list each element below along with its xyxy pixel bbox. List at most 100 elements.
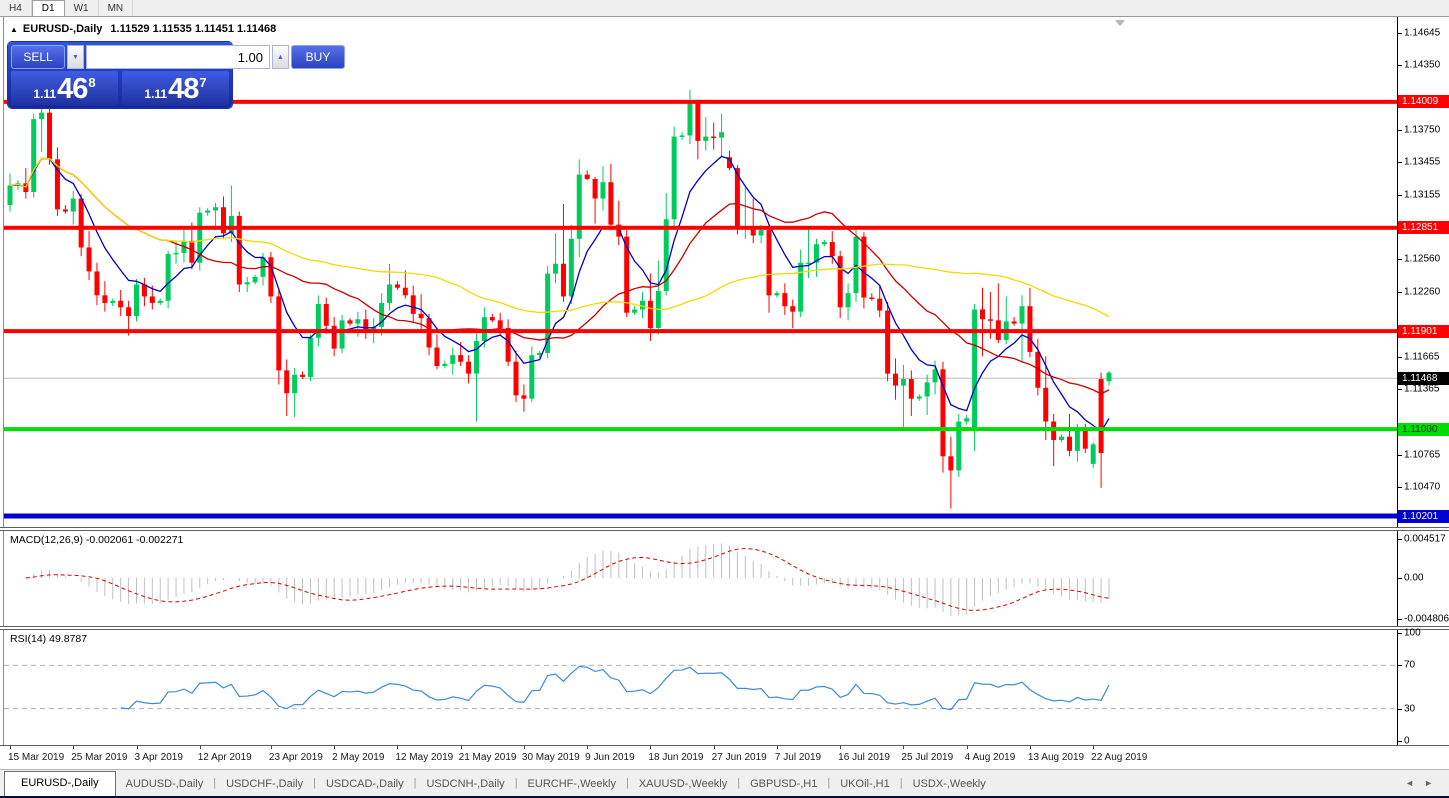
time-axis-tick xyxy=(1093,746,1094,749)
time-axis-label: 7 Jul 2019 xyxy=(775,752,821,763)
time-axis-label: 30 May 2019 xyxy=(522,752,580,763)
chart-title: ▲ EURUSD-,Daily 1.11529 1.11535 1.11451 1.… xyxy=(10,23,276,35)
price-axis-tick xyxy=(1398,195,1402,196)
tab-scroll-arrows: ◄► xyxy=(1405,778,1443,788)
time-axis-label: 23 Apr 2019 xyxy=(269,752,323,763)
time-axis-tick xyxy=(903,746,904,749)
macd-pane[interactable] xyxy=(4,531,1397,626)
price-axis-label: 1.14645 xyxy=(1404,27,1440,38)
chart-frame: ▲ EURUSD-,Daily 1.11529 1.11535 1.11451 1.… xyxy=(0,17,1449,798)
volume-increase-button[interactable]: ▲ xyxy=(272,45,289,69)
tab-scroll-right-icon[interactable]: ► xyxy=(1424,778,1443,788)
price-axis-tick xyxy=(1398,578,1402,579)
price-axis-label: 1.11665 xyxy=(1404,351,1439,362)
timeframe-button-d1[interactable]: D1 xyxy=(32,0,65,16)
mt4-chart-window: H4D1W1MN ▲ EURUSD-,Daily 1.11529 1.11535 1… xyxy=(0,0,1449,798)
tab-scroll-left-icon[interactable]: ◄ xyxy=(1405,778,1424,788)
ask-price-pip: 7 xyxy=(199,75,206,90)
price-axis-tick xyxy=(1398,162,1402,163)
level-price-badge: 1.14009 xyxy=(1398,95,1449,108)
price-axis-tick xyxy=(1398,259,1402,260)
rsi-pane[interactable] xyxy=(4,630,1397,745)
time-axis-label: 12 May 2019 xyxy=(395,752,453,763)
time-axis-label: 4 Aug 2019 xyxy=(965,752,1016,763)
time-axis-label: 22 Aug 2019 xyxy=(1091,752,1147,763)
bid-price-prefix: 1.11 xyxy=(33,87,56,101)
tab-xauusd-weekly[interactable]: XAUUSD-,Weekly xyxy=(629,774,737,796)
time-axis-tick xyxy=(524,746,525,749)
volume-input[interactable] xyxy=(86,45,270,69)
macd-indicator-label: MACD(12,26,9) -0.002061 -0.002271 xyxy=(10,534,183,546)
current-price-badge: 1.11468 xyxy=(1398,372,1449,385)
price-axis-tick xyxy=(1398,130,1402,131)
tab-eurchf-weekly[interactable]: EURCHF-,Weekly xyxy=(518,774,626,796)
price-axis-tick xyxy=(1398,709,1402,710)
price-axis-tick xyxy=(1398,619,1402,620)
level-price-badge: 1.11901 xyxy=(1398,325,1449,338)
collapse-one-click-icon[interactable]: ▲ xyxy=(10,25,18,34)
chart-ohlc-values: 1.11529 1.11535 1.11451 1.11468 xyxy=(110,23,276,35)
tab-usdchf-daily[interactable]: USDCHF-,Daily xyxy=(216,774,313,796)
pane-divider-rsi[interactable] xyxy=(0,626,1449,630)
tab-usdx-weekly[interactable]: USDX-,Weekly xyxy=(903,774,996,796)
price-axis-tick xyxy=(1398,33,1402,34)
bid-price-main: 46 xyxy=(57,74,87,104)
price-axis-tick xyxy=(1398,665,1402,666)
one-click-trading-panel: SELL ▼ ▲ BUY 1.11 46 8 1.11 48 7 xyxy=(8,42,232,108)
time-axis-label: 12 Apr 2019 xyxy=(198,752,252,763)
buy-button[interactable]: BUY xyxy=(291,45,345,69)
time-axis-tick xyxy=(461,746,462,749)
rsi-indicator-label: RSI(14) 49.8787 xyxy=(10,633,87,645)
ask-price-display[interactable]: 1.11 48 7 xyxy=(122,71,229,105)
rsi-axis-label: 70 xyxy=(1404,660,1415,671)
tab-ukoil-h1[interactable]: UKOil-,H1 xyxy=(830,774,900,796)
timeframe-button-w1[interactable]: W1 xyxy=(65,0,99,16)
chart-tab-bar: EURUSD-,DailyAUDUSD-,Daily|USDCHF-,Daily… xyxy=(0,769,1449,796)
time-axis-tick xyxy=(967,746,968,749)
time-axis[interactable]: 15 Mar 201925 Mar 20193 Apr 201912 Apr 2… xyxy=(0,746,1449,769)
time-axis-tick xyxy=(73,746,74,749)
rsi-axis-label: 0 xyxy=(1404,736,1410,747)
time-axis-tick xyxy=(714,746,715,749)
level-price-badge: 1.12851 xyxy=(1398,221,1449,234)
time-axis-label: 2 May 2019 xyxy=(332,752,384,763)
macd-axis-label: -0.004806 xyxy=(1404,614,1449,625)
volume-decrease-button[interactable]: ▼ xyxy=(67,45,84,69)
level-price-badge: 1.10201 xyxy=(1398,510,1449,523)
tab-usdcnh-daily[interactable]: USDCNH-,Daily xyxy=(416,774,514,796)
macd-axis-label: 0.00 xyxy=(1404,573,1423,584)
chart-symbol-label: EURUSD-,Daily xyxy=(23,23,102,35)
time-axis-label: 27 Jun 2019 xyxy=(712,752,767,763)
price-axis-label: 1.13155 xyxy=(1404,189,1440,200)
tab-audusd-daily[interactable]: AUDUSD-,Daily xyxy=(116,774,214,796)
price-axis-label: 1.11365 xyxy=(1404,384,1439,395)
tab-usdcad-daily[interactable]: USDCAD-,Daily xyxy=(316,774,414,796)
price-axis-tick xyxy=(1398,292,1402,293)
time-axis-label: 9 Jun 2019 xyxy=(585,752,635,763)
sell-button[interactable]: SELL xyxy=(11,45,65,69)
time-axis-label: 13 Aug 2019 xyxy=(1028,752,1084,763)
tab-eurusd-daily[interactable]: EURUSD-,Daily xyxy=(4,771,116,796)
time-axis-label: 25 Mar 2019 xyxy=(71,752,127,763)
price-axis-label: 1.10470 xyxy=(1404,481,1440,492)
ask-price-prefix: 1.11 xyxy=(144,87,167,101)
time-axis-tick xyxy=(10,746,11,749)
level-price-badge: 1.11000 xyxy=(1398,423,1449,436)
pane-divider-macd[interactable] xyxy=(0,527,1449,531)
timeframe-toolbar: H4D1W1MN xyxy=(0,0,1449,17)
time-axis-tick xyxy=(650,746,651,749)
price-axis-label: 1.13750 xyxy=(1404,125,1440,136)
tab-gbpusd-h1[interactable]: GBPUSD-,H1 xyxy=(740,774,827,796)
time-axis-label: 15 Mar 2019 xyxy=(8,752,64,763)
price-axis-label: 1.10765 xyxy=(1404,449,1440,460)
time-axis-tick xyxy=(397,746,398,749)
price-axis-label: 1.12560 xyxy=(1404,254,1440,265)
timeframe-button-h4[interactable]: H4 xyxy=(0,0,32,16)
bid-price-display[interactable]: 1.11 46 8 xyxy=(11,71,118,105)
price-axis-tick xyxy=(1398,539,1402,540)
time-axis-tick xyxy=(137,746,138,749)
time-axis-tick xyxy=(777,746,778,749)
timeframe-button-mn[interactable]: MN xyxy=(99,0,134,16)
price-axis-tick xyxy=(1398,487,1402,488)
chart-shift-marker-icon[interactable] xyxy=(1115,20,1125,26)
